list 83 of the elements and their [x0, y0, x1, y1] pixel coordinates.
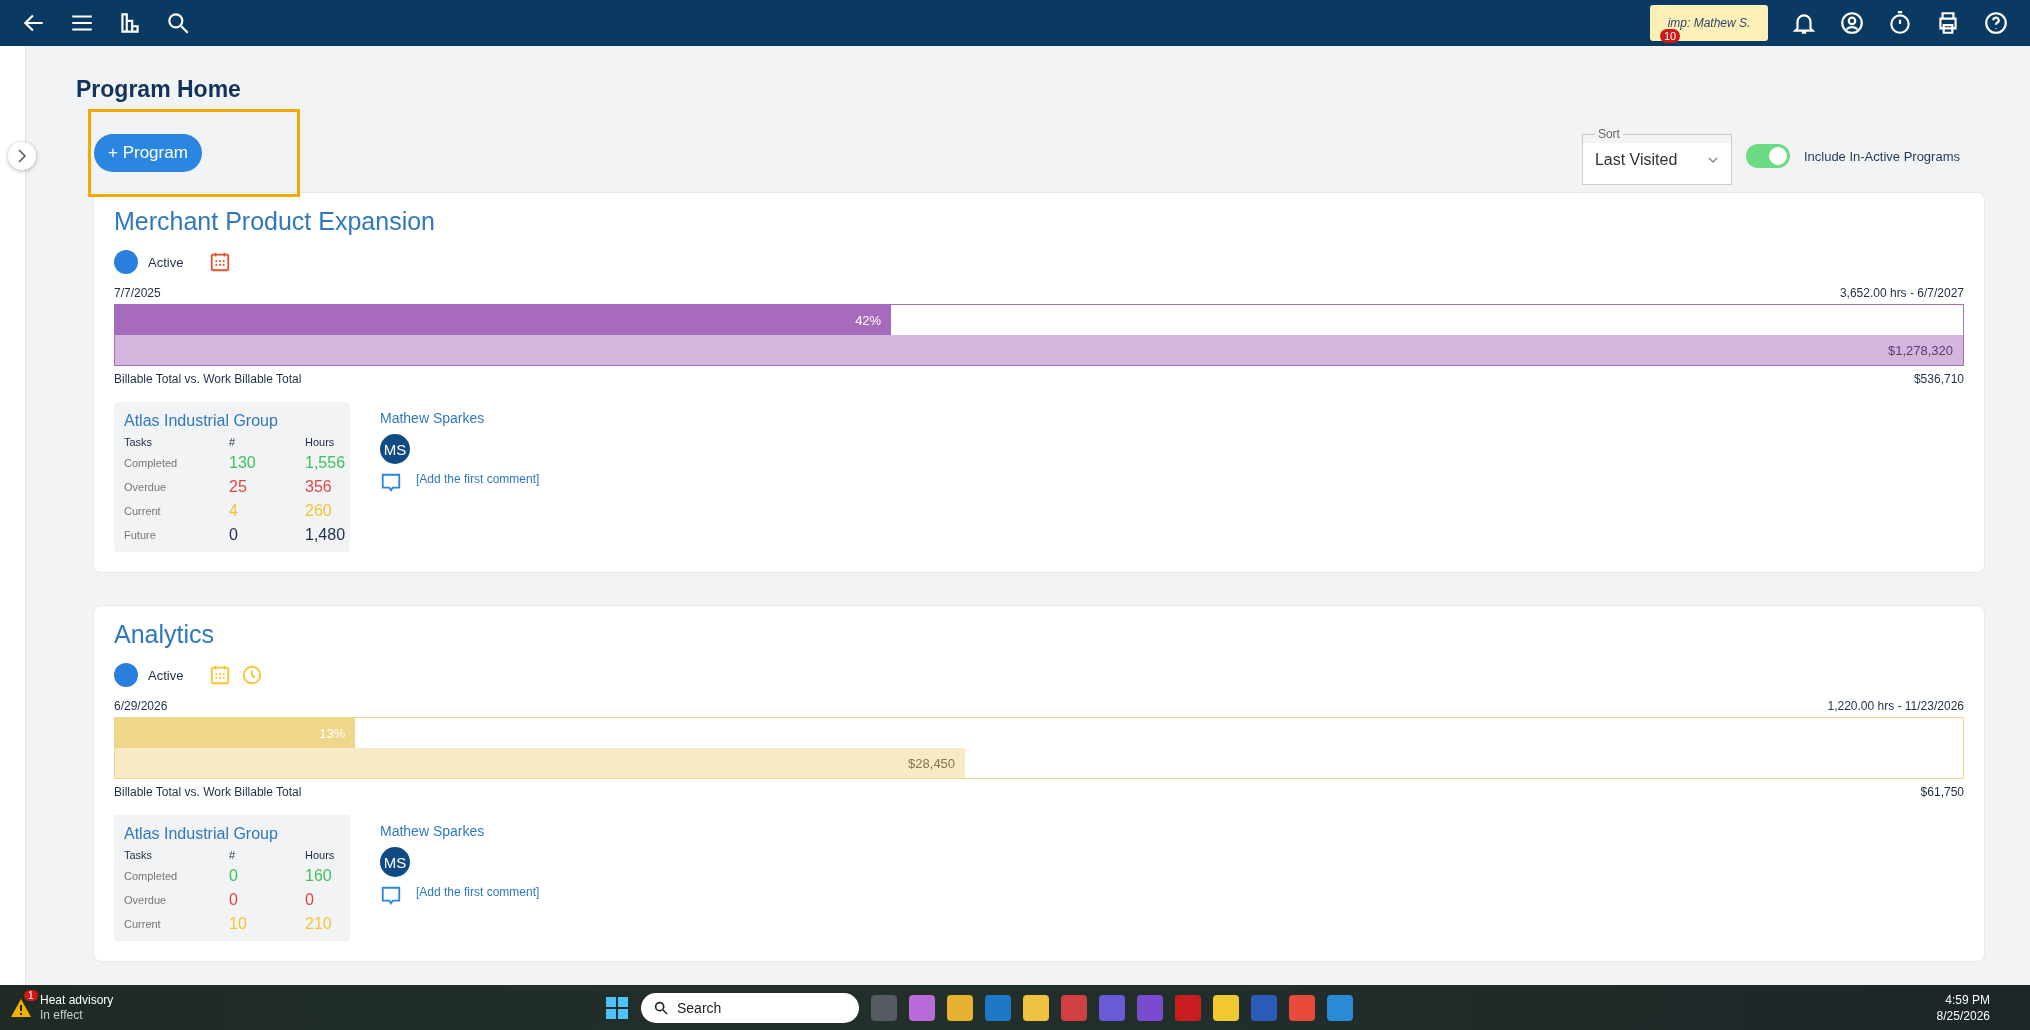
- start-icon[interactable]: [605, 995, 629, 1020]
- status-label: Active: [148, 667, 184, 683]
- column-header: #: [229, 849, 237, 861]
- avatar: MS: [380, 847, 410, 877]
- column-header: Hours: [305, 436, 336, 448]
- task-hours: 260: [305, 502, 333, 520]
- timer-icon[interactable]: [1887, 10, 1913, 36]
- weather-title: Heat advisory: [40, 992, 114, 1008]
- task-count: 130: [229, 454, 257, 472]
- user-icon[interactable]: [1839, 10, 1865, 36]
- status-dot: [114, 250, 138, 274]
- progress-fill: 42%: [115, 305, 892, 335]
- system-clock[interactable]: 4:59 PM 8/25/2026: [1936, 991, 1990, 1024]
- comment-icon[interactable]: [380, 885, 402, 907]
- column-header: Tasks: [124, 436, 154, 448]
- sort-value: Last Visited: [1594, 150, 1678, 169]
- add-comment-link[interactable]: [Add the first comment]: [416, 472, 540, 486]
- app-icon[interactable]: [1289, 994, 1315, 1021]
- owner-name[interactable]: Mathew Sparkes: [380, 823, 485, 839]
- app-icon[interactable]: [909, 994, 935, 1021]
- task-count: 0: [229, 867, 239, 885]
- task-label: Future: [124, 529, 157, 541]
- start-date: 7/7/2025: [114, 286, 161, 300]
- task-hours: 1,556: [305, 454, 346, 472]
- task-count: 10: [229, 915, 248, 933]
- task-label: Current: [124, 918, 162, 930]
- weather-subtitle: In effect: [40, 1007, 84, 1023]
- add-program-button[interactable]: + Program: [94, 134, 202, 172]
- billable-fill: $1,278,320: [115, 335, 1963, 365]
- app-icon[interactable]: [1213, 994, 1239, 1021]
- app-icon[interactable]: [1023, 994, 1049, 1021]
- program-title[interactable]: Merchant Product Expansion: [114, 207, 1964, 236]
- task-count: 0: [229, 526, 239, 544]
- task-label: Completed: [124, 870, 179, 882]
- comment-icon[interactable]: [380, 472, 402, 494]
- help-icon[interactable]: [1983, 10, 2009, 36]
- app-icon[interactable]: [1327, 994, 1353, 1021]
- sort-dropdown[interactable]: Sort Last Visited: [1581, 127, 1732, 185]
- task-count: 25: [229, 478, 248, 496]
- taskbar-search-field[interactable]: Search: [641, 992, 859, 1023]
- client-name: Atlas Industrial Group: [124, 412, 279, 430]
- column-header: Tasks: [124, 849, 154, 861]
- page-title: Program Home: [76, 76, 242, 103]
- task-label: Completed: [124, 457, 179, 469]
- toggle-label: Include In-Active Programs: [1803, 148, 1960, 164]
- sort-label: Sort: [1596, 127, 1621, 141]
- app-icon[interactable]: [947, 994, 973, 1021]
- work-billable-total: $61,750: [1920, 785, 1964, 799]
- client-name: Atlas Industrial Group: [124, 825, 279, 843]
- count-badge: 10: [1660, 29, 1681, 43]
- search-icon: [653, 999, 669, 1016]
- task-hours: 210: [305, 915, 333, 933]
- billable-caption: Billable Total vs. Work Billable Total: [114, 785, 302, 799]
- end-info: 1,220.00 hrs - 11/23/2026: [1827, 699, 1964, 713]
- warning-icon[interactable]: [10, 997, 32, 1018]
- task-hours: 160: [305, 867, 333, 885]
- task-label: Overdue: [124, 894, 168, 906]
- progress-fill: 13%: [115, 718, 356, 748]
- task-label: Current: [124, 505, 162, 517]
- task-count: 4: [229, 502, 239, 520]
- add-comment-link[interactable]: [Add the first comment]: [416, 885, 540, 899]
- start-date: 6/29/2026: [114, 699, 168, 713]
- work-billable-total: $536,710: [1913, 372, 1964, 386]
- status-label: Active: [148, 254, 184, 270]
- notification-badge: 1: [24, 989, 38, 1001]
- program-title[interactable]: Analytics: [114, 620, 1964, 649]
- column-header: #: [229, 436, 237, 448]
- status-dot: [114, 663, 138, 687]
- column-header: Hours: [305, 849, 336, 861]
- billable-caption: Billable Total vs. Work Billable Total: [114, 372, 302, 386]
- chevron-right-icon: [16, 149, 28, 163]
- task-hours: 356: [305, 478, 333, 496]
- owner-name[interactable]: Mathew Sparkes: [380, 410, 485, 426]
- task-hours: 1,480: [305, 526, 346, 544]
- task-label: Overdue: [124, 481, 168, 493]
- task-count: 0: [229, 891, 239, 909]
- task-hours: 0: [305, 891, 315, 909]
- toggle-switch[interactable]: [1745, 144, 1790, 168]
- avatar: MS: [380, 434, 410, 464]
- search-icon[interactable]: [165, 10, 191, 36]
- end-info: 3,652.00 hrs - 6/7/2027: [1839, 286, 1964, 300]
- billable-fill: $28,450: [115, 748, 966, 778]
- impersonation-chip[interactable]: imp: Mathew S. 10: [1650, 5, 1768, 41]
